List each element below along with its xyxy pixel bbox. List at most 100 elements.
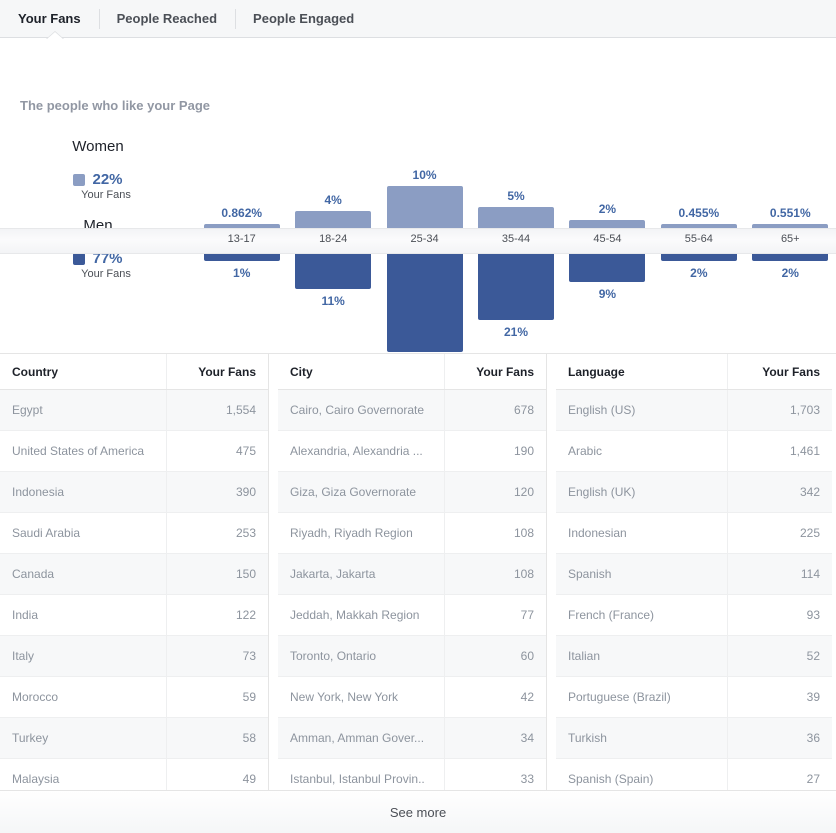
row-value: 1,461	[727, 430, 832, 472]
table-row[interactable]: Morocco 59	[0, 676, 268, 718]
table-row[interactable]: Italian 52	[556, 635, 832, 677]
men-bar[interactable]	[478, 254, 554, 320]
see-more-button[interactable]: See more	[0, 790, 836, 833]
row-value: 114	[727, 553, 832, 595]
row-value: 73	[166, 635, 268, 677]
column-header-city[interactable]: City	[278, 354, 445, 390]
chart-subtitle: The people who like your Page	[20, 98, 210, 113]
women-bar-label: 5%	[507, 189, 525, 203]
row-label: Spanish	[556, 553, 728, 595]
row-label: Turkey	[0, 717, 167, 759]
table-row[interactable]: Canada 150	[0, 553, 268, 595]
age-group-18-24[interactable]: 4% 18-24 11%	[295, 38, 372, 354]
age-group-55-64[interactable]: 0.455% 55-64 2%	[660, 38, 737, 354]
men-bar[interactable]	[569, 254, 646, 282]
women-swatch-icon	[73, 173, 86, 186]
tab-your-fans-label: Your Fans	[18, 10, 81, 26]
women-bar-label: 0.455%	[678, 206, 720, 220]
table-row[interactable]: Alexandria, Alexandria ... 190	[278, 430, 546, 472]
row-label: Alexandria, Alexandria ...	[278, 430, 445, 472]
row-label: Portuguese (Brazil)	[556, 676, 728, 718]
age-axis-label: 65+	[780, 233, 800, 245]
table-row[interactable]: Giza, Giza Governorate 120	[278, 471, 546, 513]
row-value: 108	[444, 553, 546, 595]
table-row[interactable]: Riyadh, Riyadh Region 108	[278, 512, 546, 554]
table-row[interactable]: English (UK) 342	[556, 471, 832, 513]
column-header-your-fans[interactable]: Your Fans	[727, 354, 832, 390]
table-row[interactable]: India 122	[0, 594, 268, 636]
table-row[interactable]: French (France) 93	[556, 594, 832, 636]
table-row[interactable]: Amman, Amman Gover... 34	[278, 717, 546, 759]
men-bar[interactable]	[295, 254, 372, 289]
row-label: Saudi Arabia	[0, 512, 167, 554]
legend-women-percent: 22%	[92, 171, 123, 188]
age-group-65+[interactable]: 0.551% 65+ 2%	[752, 38, 829, 354]
men-bar-label: 9%	[598, 287, 617, 301]
table-row[interactable]: Indonesian 225	[556, 512, 832, 554]
age-group-35-44[interactable]: 5% 35-44 21%	[478, 38, 554, 354]
men-bar[interactable]	[660, 254, 737, 261]
table-row[interactable]: Cairo, Cairo Governorate 678	[278, 389, 546, 431]
table-row[interactable]: Turkey 58	[0, 717, 268, 759]
legend-men-sublabel: Your Fans	[81, 268, 131, 280]
row-value: 59	[166, 676, 268, 718]
women-bar[interactable]	[203, 224, 280, 228]
women-bar[interactable]	[295, 211, 372, 228]
table-row[interactable]: Jeddah, Makkah Region 77	[278, 594, 546, 636]
column-header-language[interactable]: Language	[556, 354, 728, 390]
row-label: Canada	[0, 553, 167, 595]
age-group-45-54[interactable]: 2% 45-54 9%	[569, 38, 646, 354]
age-group-25-34[interactable]: 10%25-3431%	[386, 38, 463, 371]
row-label: Riyadh, Riyadh Region	[278, 512, 445, 554]
women-bar-label: 4%	[324, 193, 342, 207]
women-bar[interactable]	[569, 220, 646, 228]
women-bar[interactable]	[660, 224, 737, 228]
women-bar-label: 2%	[598, 202, 617, 216]
men-bar[interactable]	[203, 254, 280, 261]
row-label: New York, New York	[278, 676, 445, 718]
row-value: 190	[444, 430, 546, 472]
table-header-row: Language Your Fans	[556, 354, 832, 390]
row-value: 342	[727, 471, 832, 513]
men-bar-label: 21%	[503, 325, 529, 339]
row-value: 60	[444, 635, 546, 677]
row-value: 58	[166, 717, 268, 759]
column-header-your-fans[interactable]: Your Fans	[166, 354, 268, 390]
men-bar[interactable]	[752, 254, 829, 261]
table-row[interactable]: United States of America 475	[0, 430, 268, 472]
age-group-13-17[interactable]: 0.862% 13-17 1%	[203, 38, 280, 354]
tab-people-reached[interactable]: People Reached	[98, 0, 235, 38]
table-row[interactable]: New York, New York 42	[278, 676, 546, 718]
women-bar[interactable]	[752, 224, 829, 228]
row-label: Cairo, Cairo Governorate	[278, 389, 445, 431]
row-label: United States of America	[0, 430, 167, 472]
women-bar[interactable]	[386, 186, 463, 228]
tab-people-reached-label: People Reached	[116, 10, 218, 26]
table-row[interactable]: Turkish 36	[556, 717, 832, 759]
table-row[interactable]: Portuguese (Brazil) 39	[556, 676, 832, 718]
column-header-country[interactable]: Country	[0, 354, 167, 390]
age-axis-label: 55-64	[684, 233, 713, 245]
table-row[interactable]: Saudi Arabia 253	[0, 512, 268, 554]
table-row[interactable]: Jakarta, Jakarta 108	[278, 553, 546, 595]
age-axis-label: 35-44	[501, 233, 531, 245]
see-more-label: See more	[389, 804, 447, 820]
table-row[interactable]: English (US) 1,703	[556, 389, 832, 431]
row-value: 390	[166, 471, 268, 513]
table-row[interactable]: Indonesia 390	[0, 471, 268, 513]
tab-people-engaged[interactable]: People Engaged	[235, 0, 372, 38]
table-gap	[547, 354, 556, 791]
table-row[interactable]: Italy 73	[0, 635, 268, 677]
women-bar[interactable]	[478, 207, 554, 228]
men-bar[interactable]	[386, 254, 463, 352]
row-label: English (US)	[556, 389, 728, 431]
table-country: Country Your Fans Egypt 1,554 United States …	[0, 354, 269, 800]
table-header-row: City Your Fans	[278, 354, 546, 390]
row-label: Turkish	[556, 717, 728, 759]
table-row[interactable]: Spanish 114	[556, 553, 832, 595]
table-row[interactable]: Toronto, Ontario 60	[278, 635, 546, 677]
table-row[interactable]: Egypt 1,554	[0, 389, 268, 431]
table-row[interactable]: Arabic 1,461	[556, 430, 832, 472]
column-header-your-fans[interactable]: Your Fans	[444, 354, 546, 390]
row-label: Jakarta, Jakarta	[278, 553, 445, 595]
